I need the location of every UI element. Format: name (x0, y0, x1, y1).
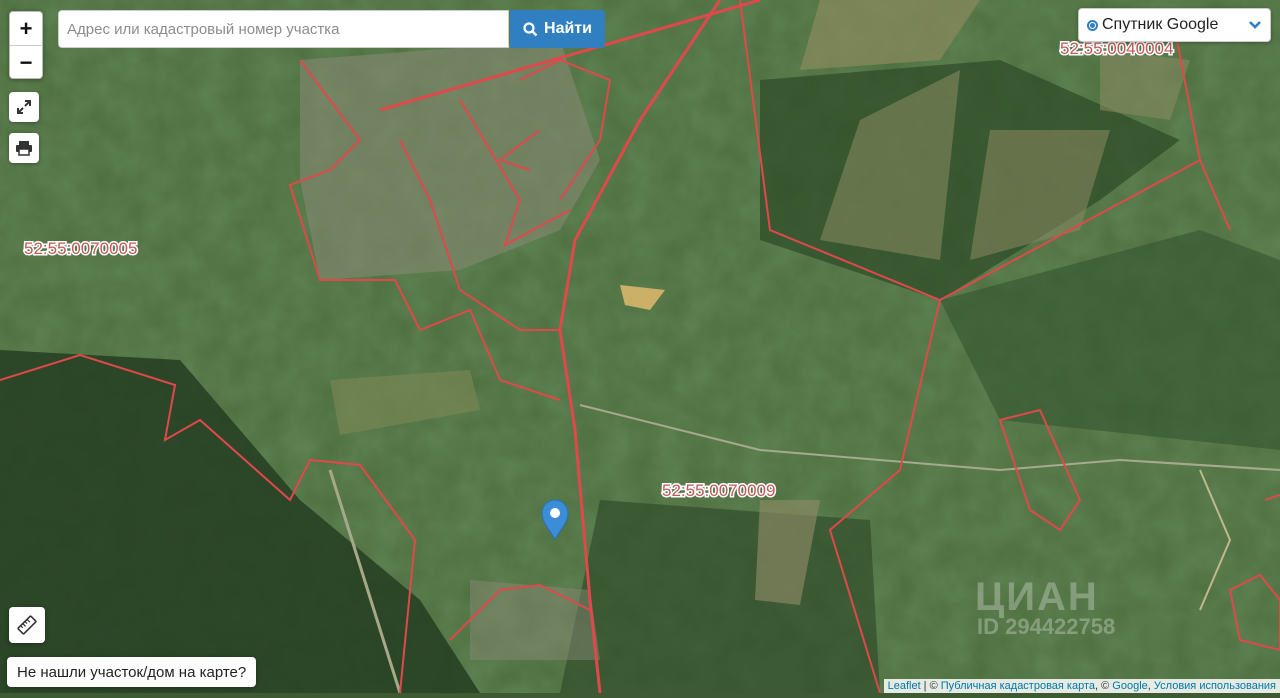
search-input[interactable] (58, 10, 509, 48)
google-link[interactable]: Google (1112, 680, 1147, 692)
layer-select-value: Спутник Google (1102, 16, 1219, 33)
print-icon (16, 141, 32, 156)
pkk-link[interactable]: Публичная кадастровая карта (941, 680, 1095, 692)
radio-selected-icon (1087, 19, 1098, 31)
attribution: Leaflet | © Публичная кадастровая карта,… (883, 679, 1280, 693)
not-found-button[interactable]: Не нашли участок/дом на карте? (7, 657, 257, 687)
fullscreen-button[interactable] (9, 92, 39, 122)
search-button-label: Найти (544, 20, 592, 37)
watermark-id: ID 294422758 (977, 614, 1116, 639)
search-icon (523, 21, 538, 36)
leaflet-link[interactable]: Leaflet (888, 680, 921, 692)
zoom-control: + − (9, 11, 43, 79)
fullscreen-icon (17, 100, 31, 114)
measure-button[interactable] (9, 607, 45, 643)
terms-link[interactable]: Условия использования (1154, 680, 1276, 692)
layer-select[interactable]: Спутник Google (1078, 8, 1271, 42)
zoom-out-button[interactable]: − (10, 46, 42, 79)
chevron-down-icon (1249, 21, 1261, 29)
cadastral-label-2: 52:55:0070005 (24, 239, 137, 258)
print-button[interactable] (9, 133, 39, 163)
cadastral-label-3: 52:55:0070009 (662, 481, 775, 500)
attribution-sep: , © (1095, 680, 1113, 692)
ruler-icon (17, 615, 37, 635)
settlement-area (470, 580, 600, 660)
watermark: ЦИАН ID 294422758 (975, 575, 1115, 640)
zoom-in-button[interactable]: + (10, 12, 42, 46)
search-button[interactable]: Найти (510, 10, 605, 48)
attribution-sep: | © (920, 680, 941, 692)
